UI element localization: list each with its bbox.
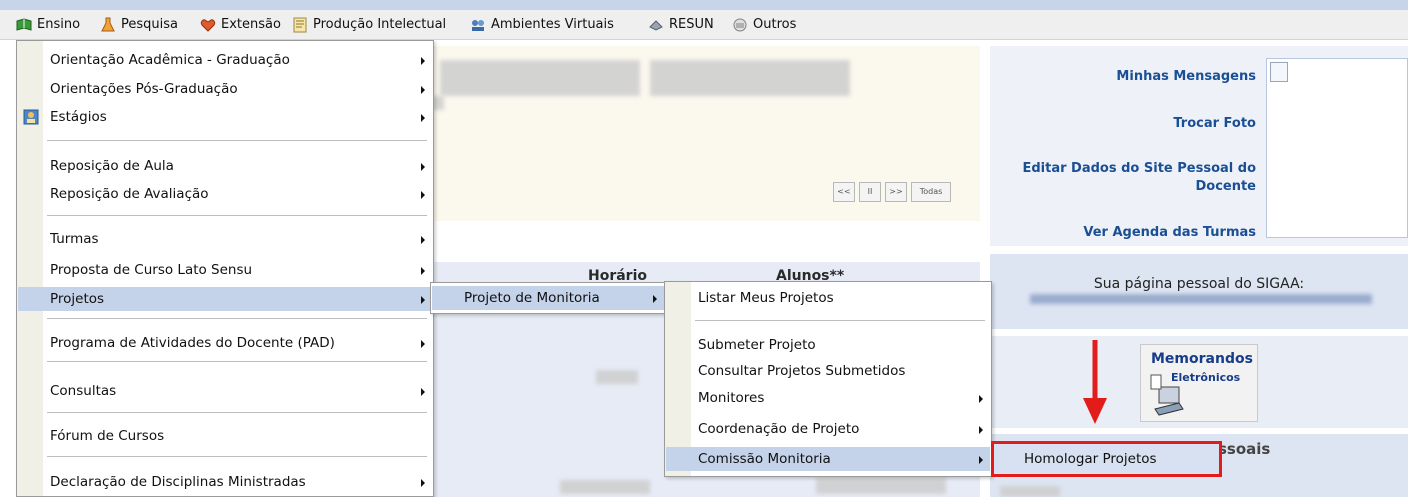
menu-item-comissao-monitoria[interactable]: Comissão Monitoria [666, 447, 990, 471]
top-strip [0, 0, 1408, 10]
memorandos-button[interactable]: Memorandos Eletrônicos [1140, 344, 1258, 422]
menu-item-forum-cursos[interactable]: Fórum de Cursos [18, 424, 432, 448]
pessoais-heading: ssoais [1218, 440, 1271, 458]
menu-separator [47, 318, 427, 319]
all-button[interactable]: Todas [911, 182, 951, 202]
menu-item-proposta-lato-sensu[interactable]: Proposta de Curso Lato Sensu [18, 258, 432, 282]
prev-button[interactable]: << [833, 182, 855, 202]
producao-icon [293, 17, 307, 33]
submenu-arrow-icon [421, 340, 425, 348]
blurred-name-2 [650, 60, 850, 96]
personal-page-label: Sua página pessoal do SIGAA: [1093, 276, 1305, 292]
menu-separator [47, 412, 427, 413]
extensao-icon [200, 19, 216, 32]
resun-icon [649, 20, 663, 31]
menu-item-projetos[interactable]: Projetos [18, 287, 432, 311]
submenu-arrow-icon [421, 296, 425, 304]
estagios-icon [23, 109, 39, 125]
submenu-arrow-icon [421, 86, 425, 94]
menu-item-estagios[interactable]: Estágios [18, 105, 432, 129]
monitoria-submenu: Listar Meus Projetos Submeter Projeto Co… [664, 281, 992, 477]
broken-image-icon [1270, 62, 1288, 82]
menu-separator [47, 361, 427, 362]
submenu-arrow-icon [979, 426, 983, 434]
ambientes-icon [472, 20, 484, 31]
annotation-arrow-icon [1083, 340, 1107, 424]
ensino-icon [16, 18, 32, 31]
menu-item-monitores[interactable]: Monitores [666, 386, 990, 410]
outros-icon [733, 18, 747, 32]
submenu-arrow-icon [421, 57, 425, 65]
menu-item-projeto-monitoria[interactable]: Projeto de Monitoria [432, 286, 664, 310]
projetos-submenu: Projeto de Monitoria [430, 282, 666, 314]
blurred-url [1030, 294, 1372, 304]
menu-item-declaracao-disciplinas[interactable]: Declaração de Disciplinas Ministradas [18, 470, 432, 494]
submenu-arrow-icon [421, 163, 425, 171]
menu-separator [47, 140, 427, 141]
main-menu-bar: Ensino Pesquisa Extensão Produção Intele… [0, 10, 1408, 40]
blurred-text [1000, 486, 1060, 497]
pause-button[interactable]: II [859, 182, 881, 202]
ensino-dropdown: Orientação Acadêmica - Graduação Orienta… [16, 40, 434, 497]
menu-item-reposicao-avaliacao[interactable]: Reposição de Avaliação [18, 182, 432, 206]
submenu-arrow-icon [421, 236, 425, 244]
menu-separator [47, 456, 427, 457]
pesquisa-icon [101, 17, 115, 32]
blurred-cell-2 [560, 480, 650, 494]
menu-item-orientacao-graduacao[interactable]: Orientação Acadêmica - Graduação [18, 48, 432, 72]
menu-item-reposicao-aula[interactable]: Reposição de Aula [18, 154, 432, 178]
computer-icon [1150, 374, 1184, 416]
minhas-mensagens-link[interactable]: Minhas Mensagens [1000, 68, 1256, 86]
menu-item-coordenacao-projeto[interactable]: Coordenação de Projeto [666, 417, 990, 441]
menu-item-pad[interactable]: Programa de Atividades do Docente (PAD) [18, 331, 432, 355]
next-button[interactable]: >> [885, 182, 907, 202]
menu-separator [47, 215, 427, 216]
profile-photo [1266, 58, 1408, 238]
menu-item-orientacoes-pos[interactable]: Orientações Pós-Graduação [18, 77, 432, 101]
trocar-foto-link[interactable]: Trocar Foto [1000, 115, 1256, 133]
memo-title: Memorandos [1151, 351, 1253, 367]
submenu-arrow-icon [421, 191, 425, 199]
menu-item-homologar-projetos[interactable]: Homologar Projetos [991, 441, 1222, 477]
menu-separator [695, 320, 985, 321]
editar-dados-link[interactable]: Editar Dados do Site Pessoal do Docente [996, 160, 1256, 196]
blurred-cell [596, 370, 638, 384]
blurred-name [440, 60, 640, 96]
personal-page-panel: Sua página pessoal do SIGAA: [990, 254, 1408, 329]
submenu-arrow-icon [979, 395, 983, 403]
submenu-arrow-icon [979, 456, 983, 464]
blurred-cell-3 [816, 478, 946, 494]
menu-item-turmas[interactable]: Turmas [18, 227, 432, 251]
submenu-arrow-icon [653, 295, 657, 303]
submenu-arrow-icon [421, 267, 425, 275]
submenu-arrow-icon [421, 114, 425, 122]
menu-item-listar-meus-projetos[interactable]: Listar Meus Projetos [666, 286, 990, 310]
menu-item-submeter-projeto[interactable]: Submeter Projeto [666, 333, 990, 357]
submenu-arrow-icon [421, 479, 425, 487]
menu-item-consultar-projetos[interactable]: Consultar Projetos Submetidos [666, 359, 990, 383]
menu-item-consultas[interactable]: Consultas [18, 379, 432, 403]
submenu-arrow-icon [421, 388, 425, 396]
ver-agenda-link[interactable]: Ver Agenda das Turmas [1000, 224, 1256, 242]
